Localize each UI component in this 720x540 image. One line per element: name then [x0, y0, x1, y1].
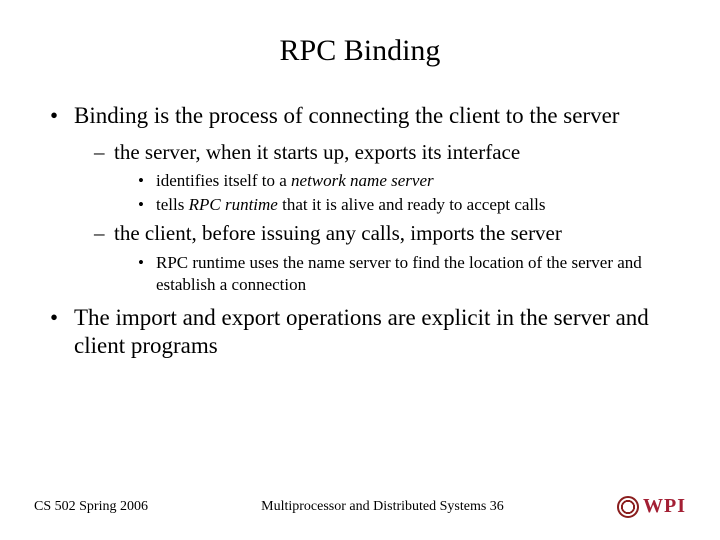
bullet-text: that it is alive and ready to accept cal… — [278, 195, 546, 214]
bullet-text: RPC runtime uses the name server to find… — [156, 253, 642, 294]
bullet-text: identifies itself to a — [156, 171, 291, 190]
list-item: tells RPC runtime that it is alive and r… — [138, 194, 690, 216]
bullet-text: The import and export operations are exp… — [74, 305, 649, 359]
slide-footer: CS 502 Spring 2006 Multiprocessor and Di… — [0, 495, 720, 518]
bullet-text: the client, before issuing any calls, im… — [114, 221, 562, 245]
bullet-list-level1: Binding is the process of connecting the… — [50, 102, 690, 361]
list-item: identifies itself to a network name serv… — [138, 170, 690, 192]
bullet-list-level2: the server, when it starts up, exports i… — [74, 139, 690, 296]
slide: RPC Binding Binding is the process of co… — [0, 0, 720, 540]
slide-content: Binding is the process of connecting the… — [30, 102, 690, 361]
bullet-text: tells — [156, 195, 189, 214]
list-item: the server, when it starts up, exports i… — [94, 139, 690, 216]
footer-logo: WPI — [617, 495, 686, 518]
wpi-seal-icon — [617, 496, 639, 518]
bullet-list-level3: identifies itself to a network name serv… — [114, 170, 690, 216]
list-item: RPC runtime uses the name server to find… — [138, 252, 690, 296]
bullet-text: Binding is the process of connecting the… — [74, 103, 619, 128]
list-item: the client, before issuing any calls, im… — [94, 220, 690, 295]
footer-title-page: Multiprocessor and Distributed Systems 3… — [148, 499, 617, 515]
bullet-text-emph: network name server — [291, 171, 434, 190]
wpi-logo-text: WPI — [643, 495, 686, 518]
bullet-text: the server, when it starts up, exports i… — [114, 140, 520, 164]
list-item: Binding is the process of connecting the… — [50, 102, 690, 296]
bullet-list-level3: RPC runtime uses the name server to find… — [114, 252, 690, 296]
slide-title: RPC Binding — [30, 34, 690, 68]
footer-course: CS 502 Spring 2006 — [34, 499, 148, 515]
bullet-text-emph: RPC runtime — [189, 195, 278, 214]
list-item: The import and export operations are exp… — [50, 304, 690, 362]
